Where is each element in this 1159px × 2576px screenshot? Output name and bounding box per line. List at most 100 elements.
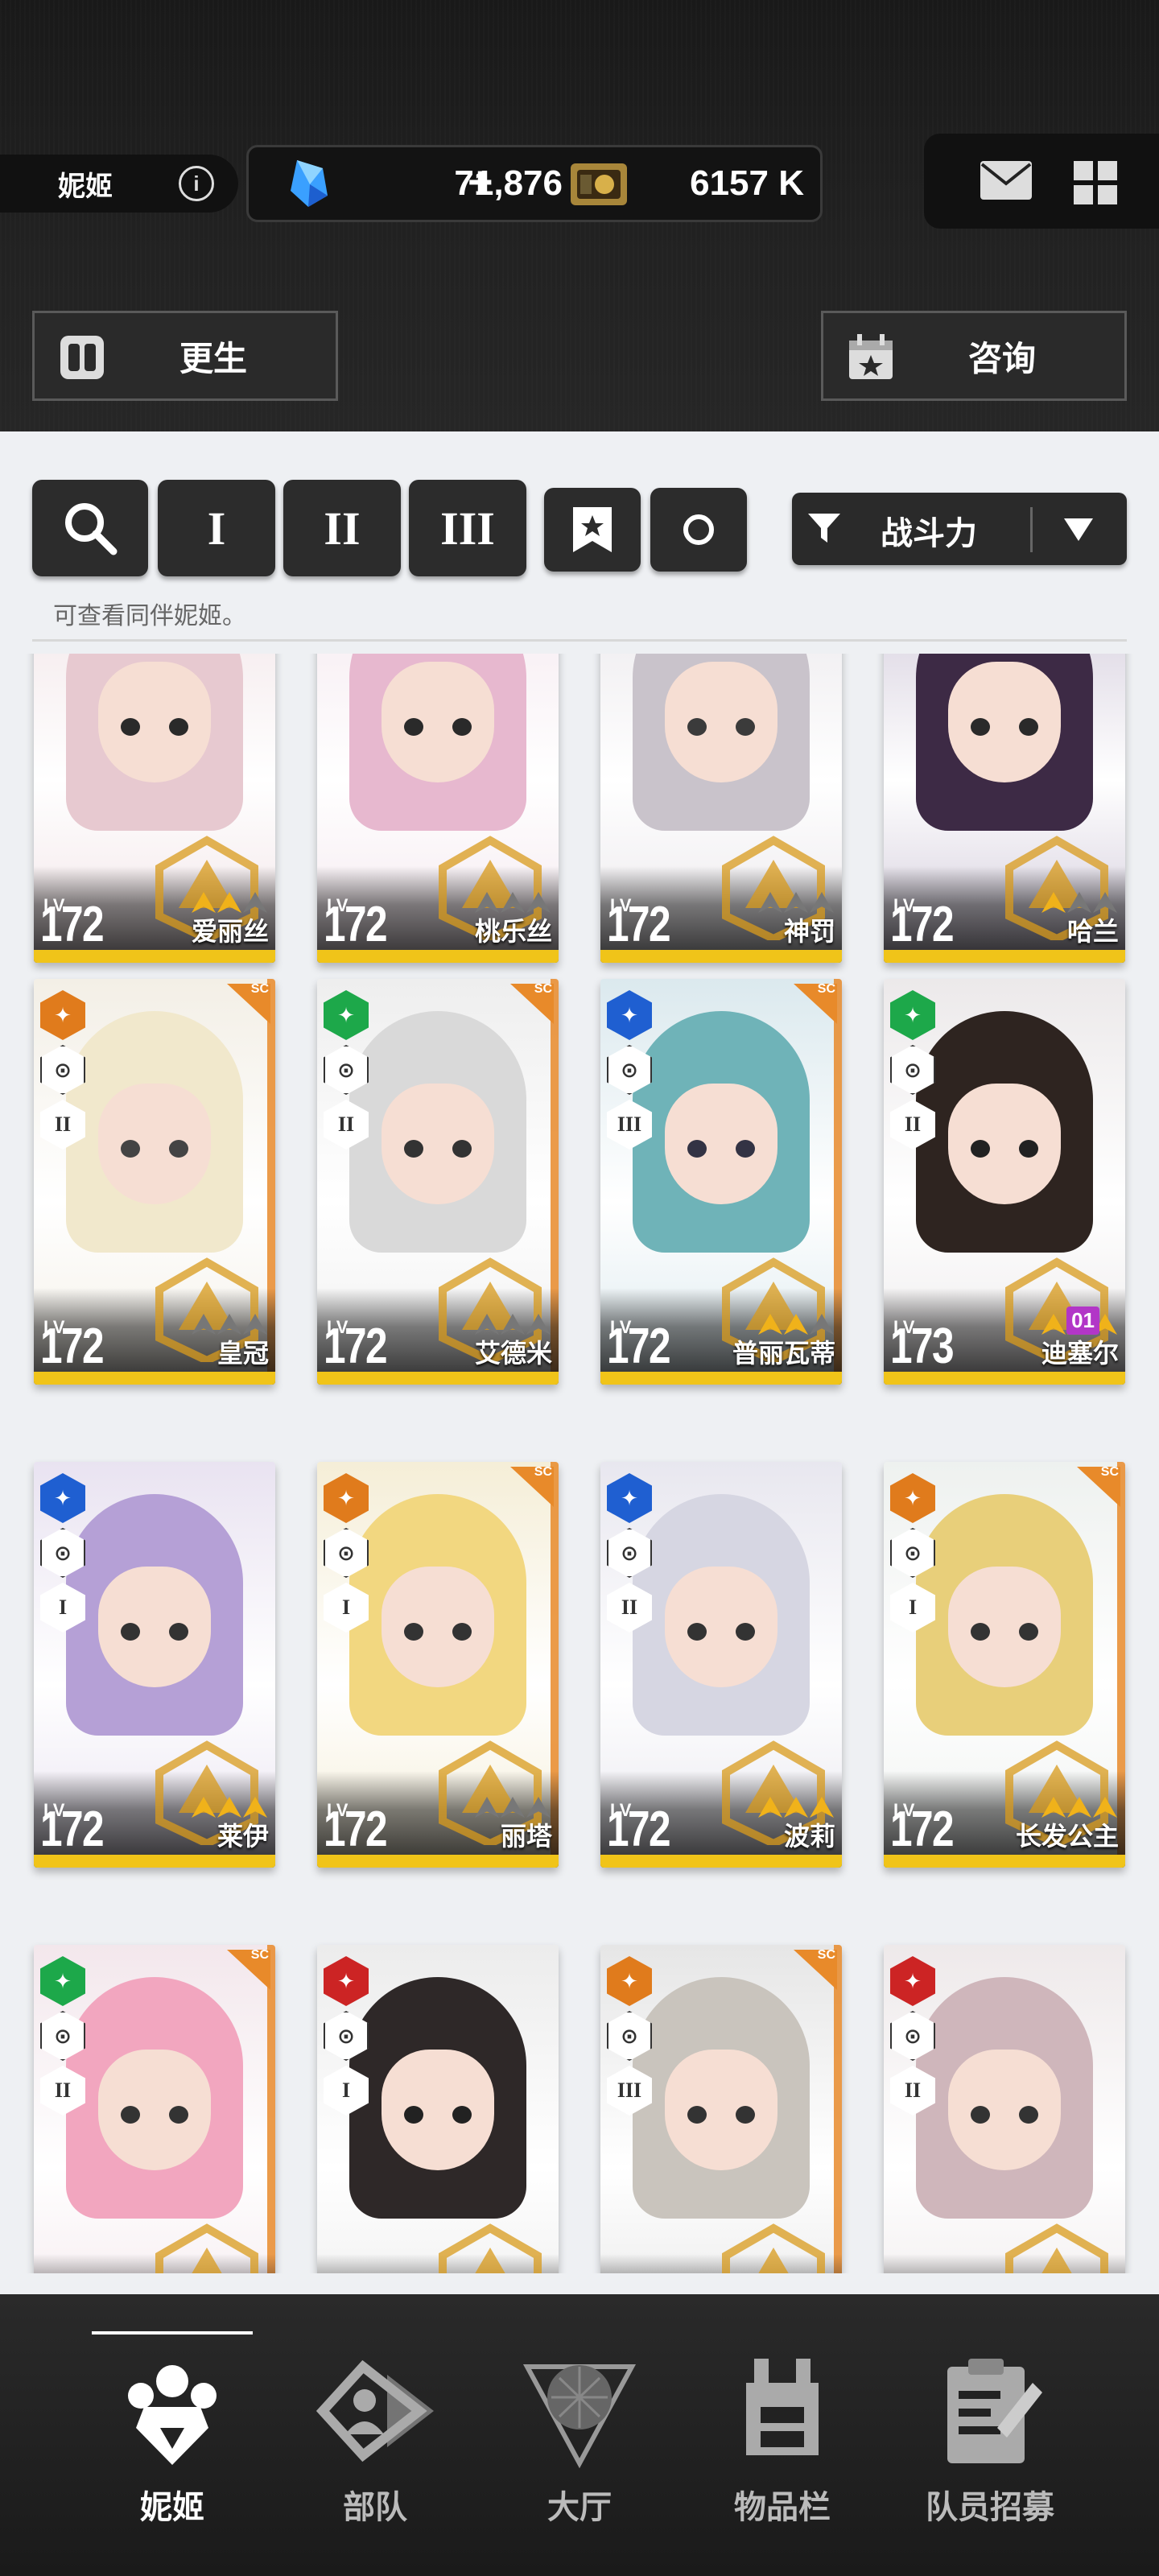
nikke-name: 爱丽丝: [191, 917, 269, 946]
top-bar: 妮姬 i 71,876 + 6157 K 更生 咨询: [0, 0, 1159, 431]
search-icon: [65, 503, 118, 555]
card-yellow-bar: [884, 1372, 1125, 1385]
nikke-card[interactable]: ✦ ⊙ II LV. 172 波莉: [600, 1462, 842, 1868]
star-icon: [192, 1314, 216, 1335]
card-portrait-face: [665, 1567, 777, 1687]
filter-burst-1-button[interactable]: I: [158, 480, 275, 576]
card-portrait-eye: [736, 1140, 755, 1158]
nikke-name: 皇冠: [217, 1339, 269, 1368]
level-value: 172: [890, 897, 955, 952]
card-portrait-eye: [1019, 718, 1038, 736]
tab-recruit[interactable]: 队员招募: [885, 2294, 1095, 2576]
search-button[interactable]: [32, 480, 148, 576]
nikke-card[interactable]: SC ✦ ⊙ II LV. 172 艾德米: [317, 979, 559, 1385]
grid-menu-icon[interactable]: [1074, 161, 1117, 204]
card-portrait-eye: [1019, 1623, 1038, 1641]
nikke-name: 丽塔: [500, 1822, 552, 1851]
nikke-card[interactable]: ✦ ⊙ II LV.: [884, 1945, 1125, 2273]
nikke-card[interactable]: ✦ ⊙ II 01 LV. 173 迪塞尔: [884, 979, 1125, 1385]
mail-icon[interactable]: [980, 161, 1032, 200]
nikke-card[interactable]: ✦ LV. 172 桃乐丝: [317, 654, 559, 963]
star-icon: [810, 1314, 834, 1335]
sc-badge-label: SC: [250, 1948, 269, 1962]
nikke-name: 桃乐丝: [474, 917, 552, 946]
card-yellow-bar: [34, 950, 275, 963]
tab-lobby[interactable]: 大厅: [475, 2294, 684, 2576]
card-portrait-eye: [736, 718, 755, 736]
card-portrait-eye: [736, 1623, 755, 1641]
info-icon[interactable]: i: [179, 166, 214, 201]
tab-nikke[interactable]: 妮姬: [68, 2294, 277, 2576]
level-value: 172: [607, 897, 671, 952]
tab-recruit-label: 队员招募: [926, 2490, 1054, 2525]
nikke-name: 长发公主: [1015, 1822, 1119, 1851]
filter-burst-2-button[interactable]: II: [283, 480, 401, 576]
card-portrait-face: [98, 2050, 211, 2170]
rebirth-button[interactable]: 更生: [32, 311, 338, 401]
nikke-card[interactable]: SC ✦ ⊙ III LV. 172 普丽瓦蒂: [600, 979, 842, 1385]
app-root: 妮姬 i 71,876 + 6157 K 更生 咨询 I II III 战斗力 …: [0, 0, 1159, 2576]
nikke-name: 艾德米: [474, 1339, 552, 1368]
card-portrait-face: [382, 2050, 494, 2170]
nikke-card[interactable]: SC ✦ ⊙ III LV.: [600, 1945, 842, 2273]
nikke-card[interactable]: SC ✦ ⊙ II LV.: [34, 1945, 275, 2273]
circle-filter-button[interactable]: [650, 488, 747, 572]
nikke-card[interactable]: SC ✦ ⊙ I LV. 172 丽塔: [317, 1462, 559, 1868]
card-yellow-bar: [600, 1855, 842, 1868]
bottom-nav: 妮姬 部队 大厅 物品栏 队员招募: [0, 2294, 1159, 2576]
card-yellow-bar: [317, 950, 559, 963]
card-portrait-eye: [687, 718, 707, 736]
top-right-actions: [924, 134, 1159, 229]
card-portrait-eye: [121, 1623, 140, 1641]
nikke-icon: [128, 2365, 217, 2465]
level-value: 172: [324, 1802, 388, 1857]
add-gems-button[interactable]: +: [468, 157, 493, 207]
star-icon: [1067, 892, 1091, 913]
card-yellow-bar: [34, 1855, 275, 1868]
card-portrait-eye: [404, 1623, 423, 1641]
card-portrait-eye: [687, 2106, 707, 2124]
nikke-card[interactable]: SC ✦ ⊙ I LV. 172 长发公主: [884, 1462, 1125, 1868]
star-rating: [758, 1314, 834, 1335]
card-portrait-eye: [169, 718, 188, 736]
sc-badge-label: SC: [250, 982, 269, 996]
card-portrait-face: [98, 1567, 211, 1687]
tab-inventory-label: 物品栏: [734, 2490, 831, 2525]
recruit-icon: [947, 2359, 1042, 2463]
hint-text: 可查看同伴妮姬。: [53, 603, 246, 630]
card-portrait-eye: [687, 1623, 707, 1641]
star-icon: [243, 1797, 267, 1818]
star-icon: [475, 1797, 499, 1818]
filter-funnel-icon: [808, 514, 840, 543]
star-rating: [1041, 892, 1117, 913]
nikke-card[interactable]: ✦ LV. 172 哈兰: [884, 654, 1125, 963]
star-icon: [810, 1797, 834, 1818]
card-yellow-bar: [317, 1372, 559, 1385]
star-icon: [217, 1314, 241, 1335]
card-portrait-eye: [404, 718, 423, 736]
favorite-filter-button[interactable]: [544, 488, 641, 572]
card-portrait-eye: [404, 2106, 423, 2124]
nikke-card[interactable]: ✦ LV. 172 爱丽丝: [34, 654, 275, 963]
nikke-card[interactable]: ✦ ⊙ I: [317, 1945, 559, 2273]
star-icon: [1093, 892, 1117, 913]
star-rating: [475, 1797, 551, 1818]
card-portrait-face: [382, 1567, 494, 1687]
star-icon: [1067, 1797, 1091, 1818]
tab-squad[interactable]: 部队: [270, 2294, 480, 2576]
card-portrait-eye: [121, 2106, 140, 2124]
nikke-card[interactable]: ✦ ⊙ I LV. 172 莱伊: [34, 1462, 275, 1868]
nikke-card[interactable]: SC ✦ ⊙ II LV. 172 皇冠: [34, 979, 275, 1385]
card-portrait-eye: [121, 718, 140, 736]
consult-button[interactable]: 咨询: [821, 311, 1127, 401]
tab-inventory[interactable]: 物品栏: [678, 2294, 887, 2576]
tab-nikke-label: 妮姬: [140, 2490, 204, 2525]
card-portrait-eye: [121, 1140, 140, 1158]
nikke-name: 迪塞尔: [1041, 1339, 1119, 1368]
card-portrait-eye: [736, 2106, 755, 2124]
nikke-card[interactable]: ✦ LV. 172 神罚: [600, 654, 842, 963]
level-value: 172: [890, 1802, 955, 1857]
filter-burst-3-button[interactable]: III: [409, 480, 526, 576]
star-icon: [192, 1797, 216, 1818]
sort-dropdown[interactable]: 战斗力: [792, 493, 1127, 565]
